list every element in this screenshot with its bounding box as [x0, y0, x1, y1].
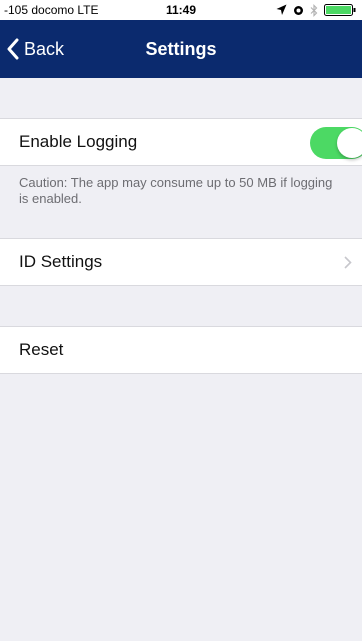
- reset-label: Reset: [19, 340, 64, 359]
- enable-logging-label: Enable Logging: [19, 132, 138, 151]
- reset-row[interactable]: Reset: [0, 326, 362, 374]
- toggle-knob: [337, 128, 362, 158]
- id-settings-label: ID Settings: [19, 252, 103, 271]
- back-label: Back: [24, 38, 65, 59]
- location-icon: [276, 4, 287, 15]
- status-icons: [266, 0, 362, 20]
- chevron-right-icon: [344, 256, 352, 269]
- enable-logging-toggle[interactable]: [310, 127, 362, 159]
- logging-caution-text: Caution: The app may consume up to 50 MB…: [19, 175, 333, 206]
- battery-icon: [324, 4, 356, 16]
- back-button[interactable]: Back: [6, 20, 64, 78]
- navigation-bar: Back Settings: [0, 20, 362, 78]
- enable-logging-row: Enable Logging: [0, 118, 362, 166]
- id-settings-row[interactable]: ID Settings: [0, 238, 362, 286]
- settings-list: Enable Logging Caution: The app may cons…: [0, 78, 362, 374]
- bluetooth-icon: [310, 4, 318, 17]
- chevron-left-icon: [7, 38, 19, 60]
- status-bar: -105 docomo LTE 11:49: [0, 0, 362, 20]
- alarm-icon: [294, 6, 303, 15]
